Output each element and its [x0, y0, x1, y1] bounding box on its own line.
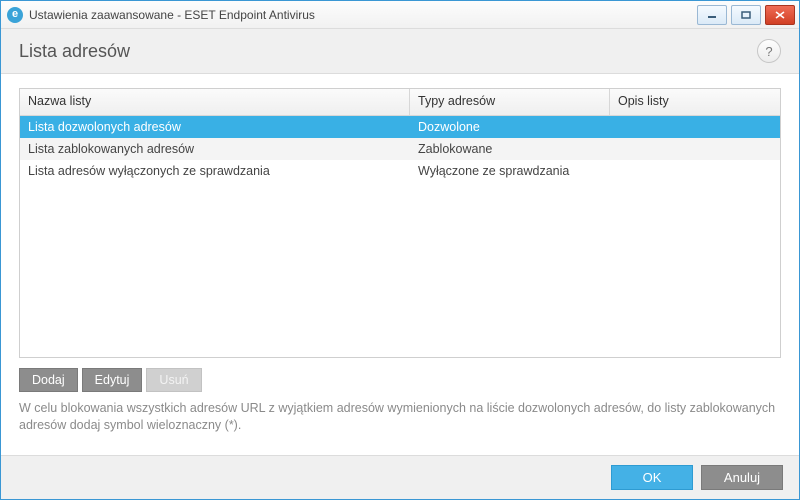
maximize-button[interactable]: [731, 5, 761, 25]
minimize-button[interactable]: [697, 5, 727, 25]
app-icon-letter: e: [12, 9, 18, 20]
hint-text: W celu blokowania wszystkich adresów URL…: [19, 400, 781, 434]
action-button-row: Dodaj Edytuj Usuń: [19, 368, 781, 392]
titlebar: e Ustawienia zaawansowane - ESET Endpoin…: [1, 1, 799, 29]
close-button[interactable]: [765, 5, 795, 25]
column-header-type[interactable]: Typy adresów: [410, 89, 610, 115]
dialog-header: Lista adresów ?: [1, 29, 799, 74]
close-icon: [775, 11, 785, 19]
ok-button[interactable]: OK: [611, 465, 693, 490]
window-title: Ustawienia zaawansowane - ESET Endpoint …: [29, 8, 315, 22]
help-button[interactable]: ?: [757, 39, 781, 63]
maximize-icon: [741, 11, 751, 19]
table-body: Lista dozwolonych adresówDozwoloneLista …: [20, 116, 780, 182]
page-title: Lista adresów: [19, 41, 130, 62]
table-row[interactable]: Lista adresów wyłączonych ze sprawdzania…: [20, 160, 780, 182]
cell-type: Zablokowane: [410, 142, 610, 156]
window: e Ustawienia zaawansowane - ESET Endpoin…: [0, 0, 800, 500]
minimize-icon: [707, 11, 717, 19]
table-row[interactable]: Lista dozwolonych adresówDozwolone: [20, 116, 780, 138]
cell-name: Lista adresów wyłączonych ze sprawdzania: [20, 164, 410, 178]
cell-name: Lista zablokowanych adresów: [20, 142, 410, 156]
cell-type: Dozwolone: [410, 120, 610, 134]
dialog-footer: OK Anuluj: [1, 455, 799, 499]
column-header-desc[interactable]: Opis listy: [610, 89, 780, 115]
app-icon: e: [7, 7, 23, 23]
column-header-name[interactable]: Nazwa listy: [20, 89, 410, 115]
add-button[interactable]: Dodaj: [19, 368, 78, 392]
edit-button[interactable]: Edytuj: [82, 368, 143, 392]
cancel-button[interactable]: Anuluj: [701, 465, 783, 490]
cell-type: Wyłączone ze sprawdzania: [410, 164, 610, 178]
cell-name: Lista dozwolonych adresów: [20, 120, 410, 134]
table-header: Nazwa listy Typy adresów Opis listy: [20, 89, 780, 116]
table-row[interactable]: Lista zablokowanych adresówZablokowane: [20, 138, 780, 160]
delete-button: Usuń: [146, 368, 201, 392]
window-controls: [697, 5, 795, 25]
content-area: Nazwa listy Typy adresów Opis listy List…: [1, 74, 799, 455]
address-list-table: Nazwa listy Typy adresów Opis listy List…: [19, 88, 781, 358]
